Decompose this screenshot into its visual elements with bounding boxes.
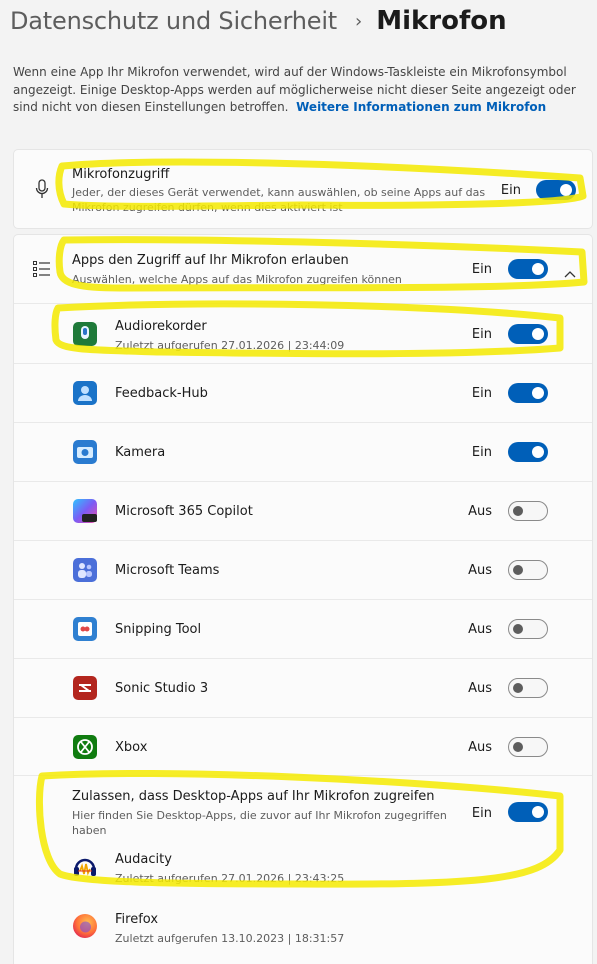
app-state: Aus xyxy=(468,740,492,755)
app-name: Feedback-Hub xyxy=(115,386,208,401)
toggle-knob xyxy=(532,446,544,458)
toggle-knob xyxy=(513,742,523,752)
audio-recorder-icon xyxy=(73,322,97,346)
app-row-copilot: Microsoft 365 Copilot Aus xyxy=(14,481,592,540)
app-state: Aus xyxy=(468,681,492,696)
mic-access-subtitle: Jeder, der dieses Gerät verwendet, kann … xyxy=(72,186,486,214)
mic-access-row: Mikrofonzugriff Jeder, der dieses Gerät … xyxy=(14,150,592,230)
teams-toggle[interactable] xyxy=(508,560,548,580)
kamera-toggle[interactable] xyxy=(508,442,548,462)
toggle-knob xyxy=(532,328,544,340)
audiorekorder-toggle[interactable] xyxy=(508,324,548,344)
app-state: Ein xyxy=(471,327,492,342)
desktop-app-last-access: Zuletzt aufgerufen 13.10.2023 | 18:31:57 xyxy=(115,932,345,945)
more-info-link[interactable]: Weitere Informationen zum Mikrofon xyxy=(296,100,546,114)
app-row-snipping-tool: Snipping Tool Aus xyxy=(14,599,592,658)
toggle-knob xyxy=(513,624,523,634)
app-state: Aus xyxy=(468,563,492,578)
app-row-kamera: Kamera Ein xyxy=(14,422,592,481)
camera-icon xyxy=(73,440,97,464)
teams-icon xyxy=(73,558,97,582)
desktop-apps-subtitle: Hier finden Sie Desktop-Apps, die zuvor … xyxy=(72,809,447,837)
microphone-icon xyxy=(32,178,52,200)
mic-access-state: Ein xyxy=(500,183,521,198)
app-access-state: Ein xyxy=(471,262,492,277)
app-row-audiorekorder: Audiorekorder Zuletzt aufgerufen 27.01.2… xyxy=(14,303,592,363)
app-access-card: Apps den Zugriff auf Ihr Mikrofon erlaub… xyxy=(13,234,593,964)
firefox-icon xyxy=(73,914,97,938)
app-row-sonic-studio: Sonic Studio 3 Aus xyxy=(14,658,592,717)
toggle-knob xyxy=(532,387,544,399)
breadcrumb-parent-link[interactable]: Datenschutz und Sicherheit xyxy=(10,7,337,35)
desktop-apps-state: Ein xyxy=(471,806,492,821)
app-row-xbox: Xbox Aus xyxy=(14,717,592,775)
app-access-row[interactable]: Apps den Zugriff auf Ihr Mikrofon erlaub… xyxy=(14,235,592,303)
app-name: Snipping Tool xyxy=(115,622,202,637)
app-state: Ein xyxy=(471,386,492,401)
app-name: Microsoft 365 Copilot xyxy=(115,504,253,519)
snipping-tool-toggle[interactable] xyxy=(508,619,548,639)
xbox-icon xyxy=(73,735,97,759)
app-name: Audiorekorder xyxy=(115,319,207,334)
chevron-up-icon[interactable] xyxy=(564,263,576,282)
toggle-knob xyxy=(513,565,523,575)
app-name: Microsoft Teams xyxy=(115,563,220,578)
desktop-app-name: Firefox xyxy=(115,912,159,927)
mic-access-toggle[interactable] xyxy=(536,180,576,200)
app-row-teams: Microsoft Teams Aus xyxy=(14,540,592,599)
app-row-feedback-hub: Feedback-Hub Ein xyxy=(14,363,592,422)
sonic-studio-toggle[interactable] xyxy=(508,678,548,698)
mic-access-card: Mikrofonzugriff Jeder, der dieses Gerät … xyxy=(13,149,593,229)
intro-text: Wenn eine App Ihr Mikrofon verwendet, wi… xyxy=(13,64,593,117)
feedback-hub-toggle[interactable] xyxy=(508,383,548,403)
app-access-title: Apps den Zugriff auf Ihr Mikrofon erlaub… xyxy=(72,253,349,268)
mic-access-title: Mikrofonzugriff xyxy=(72,167,170,182)
app-name: Kamera xyxy=(115,445,166,460)
toggle-knob xyxy=(560,184,572,196)
breadcrumb: Datenschutz und Sicherheit › Mikrofon xyxy=(10,6,507,36)
toggle-knob xyxy=(532,263,544,275)
app-access-subtitle: Auswählen, welche Apps auf das Mikrofon … xyxy=(72,273,402,286)
audacity-icon xyxy=(73,855,97,879)
copilot-toggle[interactable] xyxy=(508,501,548,521)
sonic-studio-icon xyxy=(73,676,97,700)
page-title: Mikrofon xyxy=(376,6,507,36)
toggle-knob xyxy=(532,806,544,818)
desktop-apps-row: Zulassen, dass Desktop-Apps auf Ihr Mikr… xyxy=(14,775,592,964)
desktop-app-last-access: Zuletzt aufgerufen 27.01.2026 | 23:43:25 xyxy=(115,872,345,885)
app-name: Sonic Studio 3 xyxy=(115,681,209,696)
toggle-knob xyxy=(513,506,523,516)
xbox-toggle[interactable] xyxy=(508,737,548,757)
app-state: Aus xyxy=(468,622,492,637)
list-icon xyxy=(32,259,52,279)
desktop-apps-title: Zulassen, dass Desktop-Apps auf Ihr Mikr… xyxy=(72,789,435,804)
snipping-tool-icon xyxy=(73,617,97,641)
feedback-hub-icon xyxy=(73,381,97,405)
app-state: Ein xyxy=(471,445,492,460)
app-access-toggle[interactable] xyxy=(508,259,548,279)
breadcrumb-separator-icon: › xyxy=(355,10,363,32)
copilot-icon xyxy=(73,499,97,523)
desktop-apps-toggle[interactable] xyxy=(508,802,548,822)
app-name: Xbox xyxy=(115,740,148,755)
app-last-access: Zuletzt aufgerufen 27.01.2026 | 23:44:09 xyxy=(115,339,345,352)
app-state: Aus xyxy=(468,504,492,519)
toggle-knob xyxy=(513,683,523,693)
desktop-app-name: Audacity xyxy=(115,852,172,867)
